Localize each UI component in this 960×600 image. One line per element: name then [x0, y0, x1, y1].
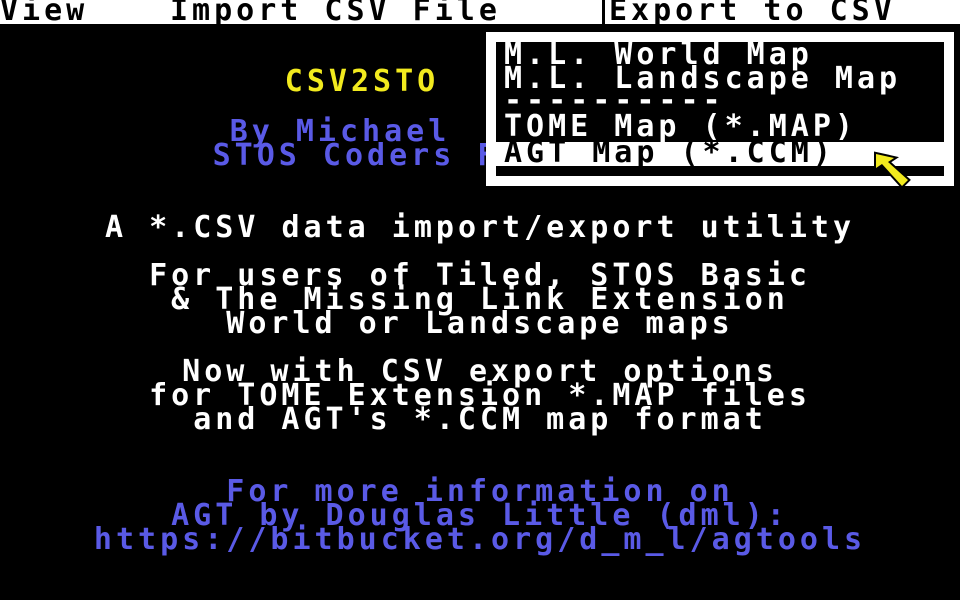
export-line-3: and AGT's *.CCM map format	[193, 402, 767, 437]
menu-export-to-csv[interactable]: Export to CSV	[602, 0, 960, 24]
menu-view[interactable]: View	[0, 0, 88, 24]
info-url: https://bitbucket.org/d_m_l/agtools	[93, 522, 867, 557]
users-line-3: World or Landscape maps	[226, 306, 734, 341]
menu-import-csv-file[interactable]: Import CSV File	[170, 0, 501, 24]
menu-bar: View Import CSV File Export to CSV	[0, 0, 960, 24]
arrow-cursor-icon	[874, 151, 911, 189]
tagline: A *.CSV data import/export utility	[104, 210, 856, 245]
